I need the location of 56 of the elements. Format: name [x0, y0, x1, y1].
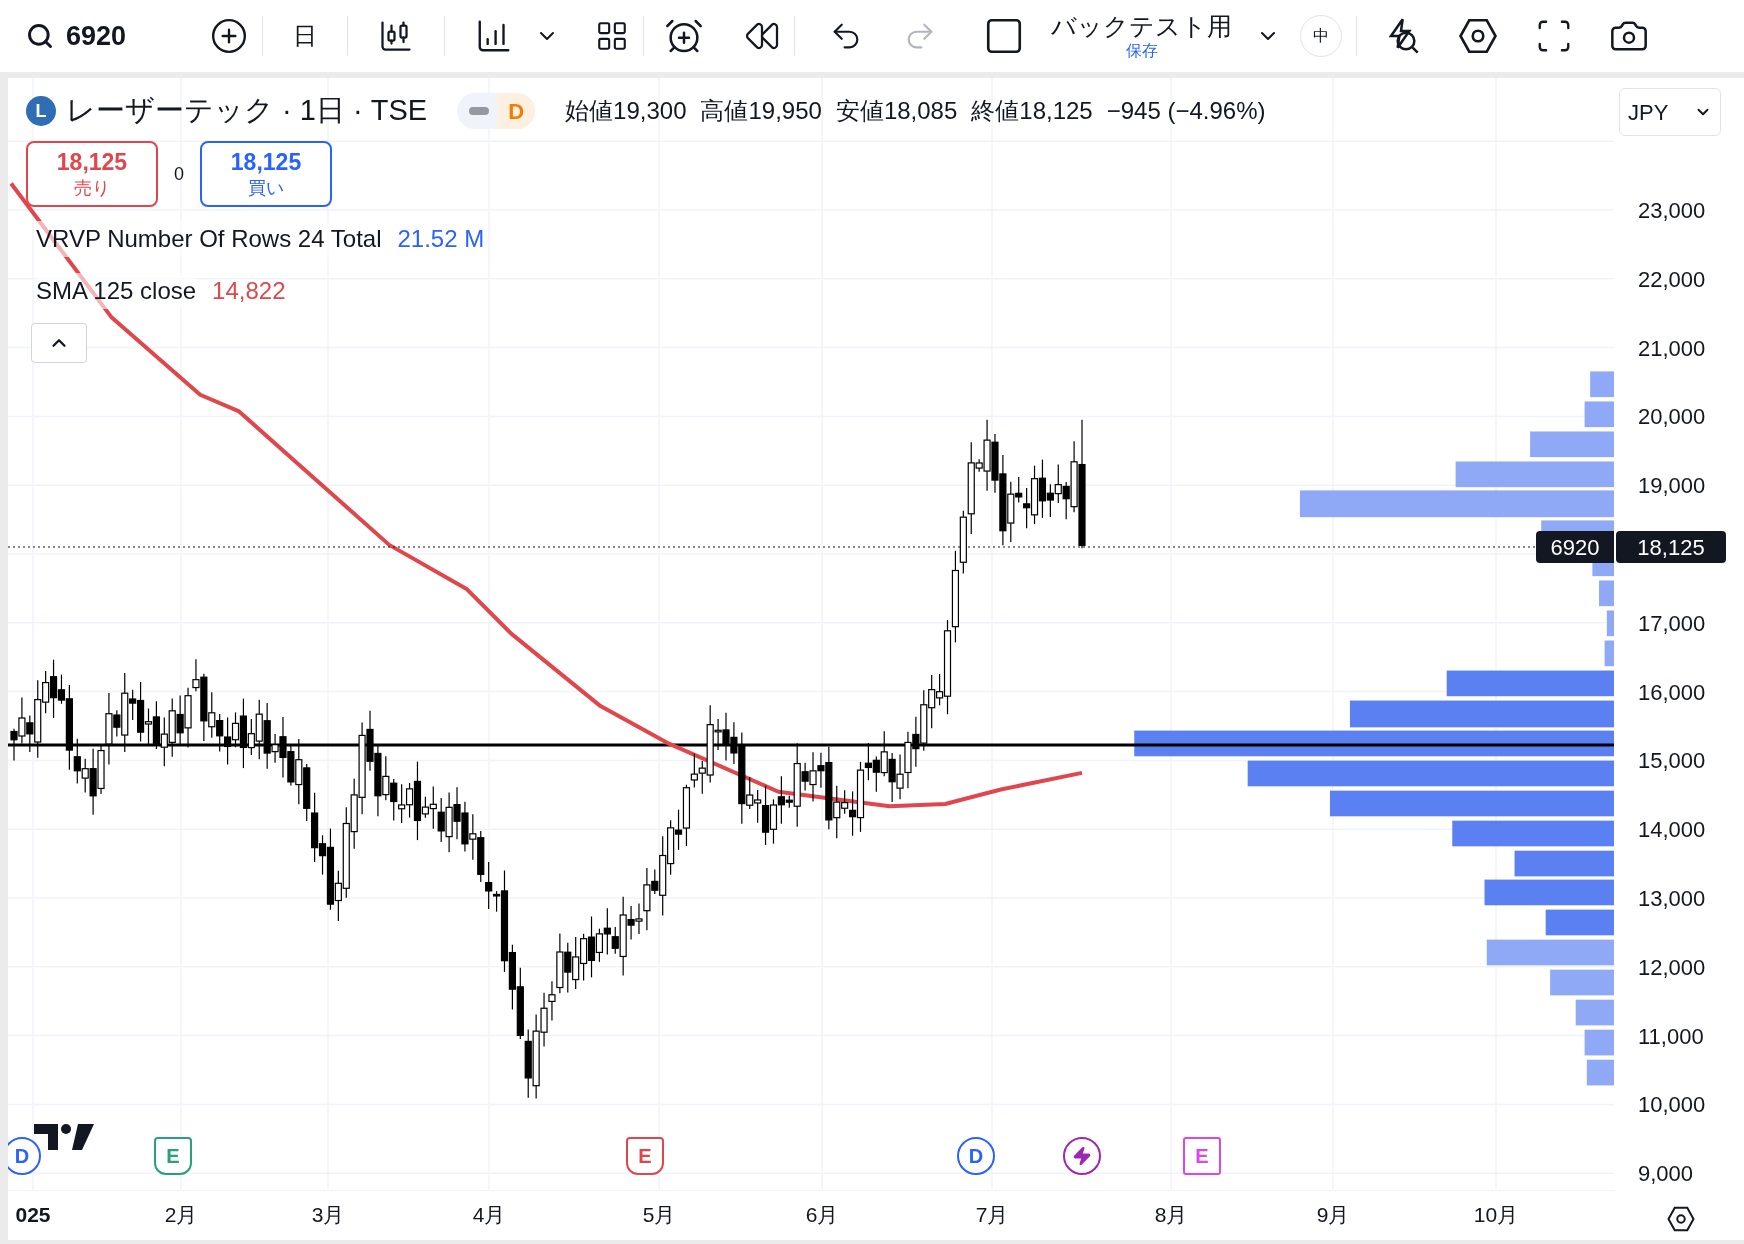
lightning-icon	[1072, 1146, 1092, 1166]
price-axis-label: 21,000	[1638, 334, 1706, 363]
price-axis-label: 10,000	[1638, 1090, 1706, 1119]
price-axis-label: 11,000	[1638, 1022, 1704, 1051]
currency-dropdown[interactable]: JPY	[1619, 88, 1721, 136]
add-icon[interactable]	[210, 17, 248, 55]
symbol-logo: L	[26, 96, 56, 126]
time-axis-label: 3月	[311, 1202, 345, 1228]
time-axis-label: 8月	[1154, 1202, 1188, 1228]
ohlc-value: 高値19,950	[700, 96, 822, 126]
logo-icon[interactable]	[34, 1124, 94, 1150]
price-axis-label: 9,000	[1638, 1159, 1694, 1188]
price-axis-label: 13,000	[1638, 884, 1706, 913]
time-axis-label: 7月	[975, 1202, 1009, 1228]
symbol-search[interactable]: 6920	[66, 15, 176, 57]
price-axis-label: 17,000	[1638, 609, 1706, 638]
price-axis-label: 14,000	[1638, 815, 1706, 844]
ohlc-value: 始値19,300	[565, 96, 687, 126]
settings-icon[interactable]	[1666, 1204, 1696, 1234]
time-axis-label: 5月	[642, 1202, 676, 1228]
layout-button[interactable]: バックテスト用 保存	[1051, 13, 1232, 59]
horizontal-line[interactable]	[8, 743, 1614, 747]
symbol-price-label: 6920	[1536, 531, 1614, 563]
ohlc-value: 終値18,125	[971, 96, 1093, 126]
indicator-value: 21.52 M	[397, 224, 485, 254]
symbol-title[interactable]: レーザーテック · 1日 · TSE	[66, 89, 428, 133]
earnings-marker[interactable]: E	[626, 1137, 664, 1175]
time-axis-label: 2月	[164, 1202, 198, 1228]
price-axis-label: 15,000	[1638, 746, 1706, 775]
sell-button[interactable]: 18,125 売り	[26, 141, 158, 207]
dividend-marker[interactable]: D	[8, 1137, 41, 1175]
ohlc-value: 安値18,085	[835, 96, 958, 126]
price-axis-label: 16,000	[1638, 678, 1706, 707]
price-axis-label: 19,000	[1638, 471, 1706, 500]
price-axis-label: 22,000	[1638, 265, 1706, 294]
last-price-label: 18,125	[1616, 531, 1726, 563]
time-axis-label: 025	[15, 1202, 51, 1228]
split-marker[interactable]	[1063, 1137, 1101, 1175]
buy-button[interactable]: 18,125 買い	[200, 141, 332, 207]
candlestick-icon[interactable]	[378, 18, 414, 54]
price-axis-label: 20,000	[1638, 402, 1706, 431]
time-axis-label: 4月	[472, 1202, 506, 1228]
indicator-label[interactable]: SMA 125 close	[36, 273, 197, 309]
interval-button[interactable]: 日	[277, 18, 333, 54]
indicator-value: 14,822	[212, 276, 286, 306]
price-axis-label: 12,000	[1638, 953, 1706, 982]
time-axis-label: 9月	[1316, 1202, 1350, 1228]
price-change: −945 (−4.96%)	[1106, 96, 1266, 126]
spread-value: 0	[174, 162, 184, 186]
time-axis-label: 6月	[805, 1202, 839, 1228]
layout-grid-icon[interactable]	[595, 19, 629, 53]
price-axis-label: 23,000	[1638, 196, 1706, 225]
search-icon[interactable]	[26, 22, 54, 50]
indicator-label[interactable]: VRVP Number Of Rows 24 Total	[36, 221, 382, 257]
time-axis-label: 10月	[1473, 1202, 1519, 1228]
dividend-marker[interactable]: D	[957, 1137, 995, 1175]
